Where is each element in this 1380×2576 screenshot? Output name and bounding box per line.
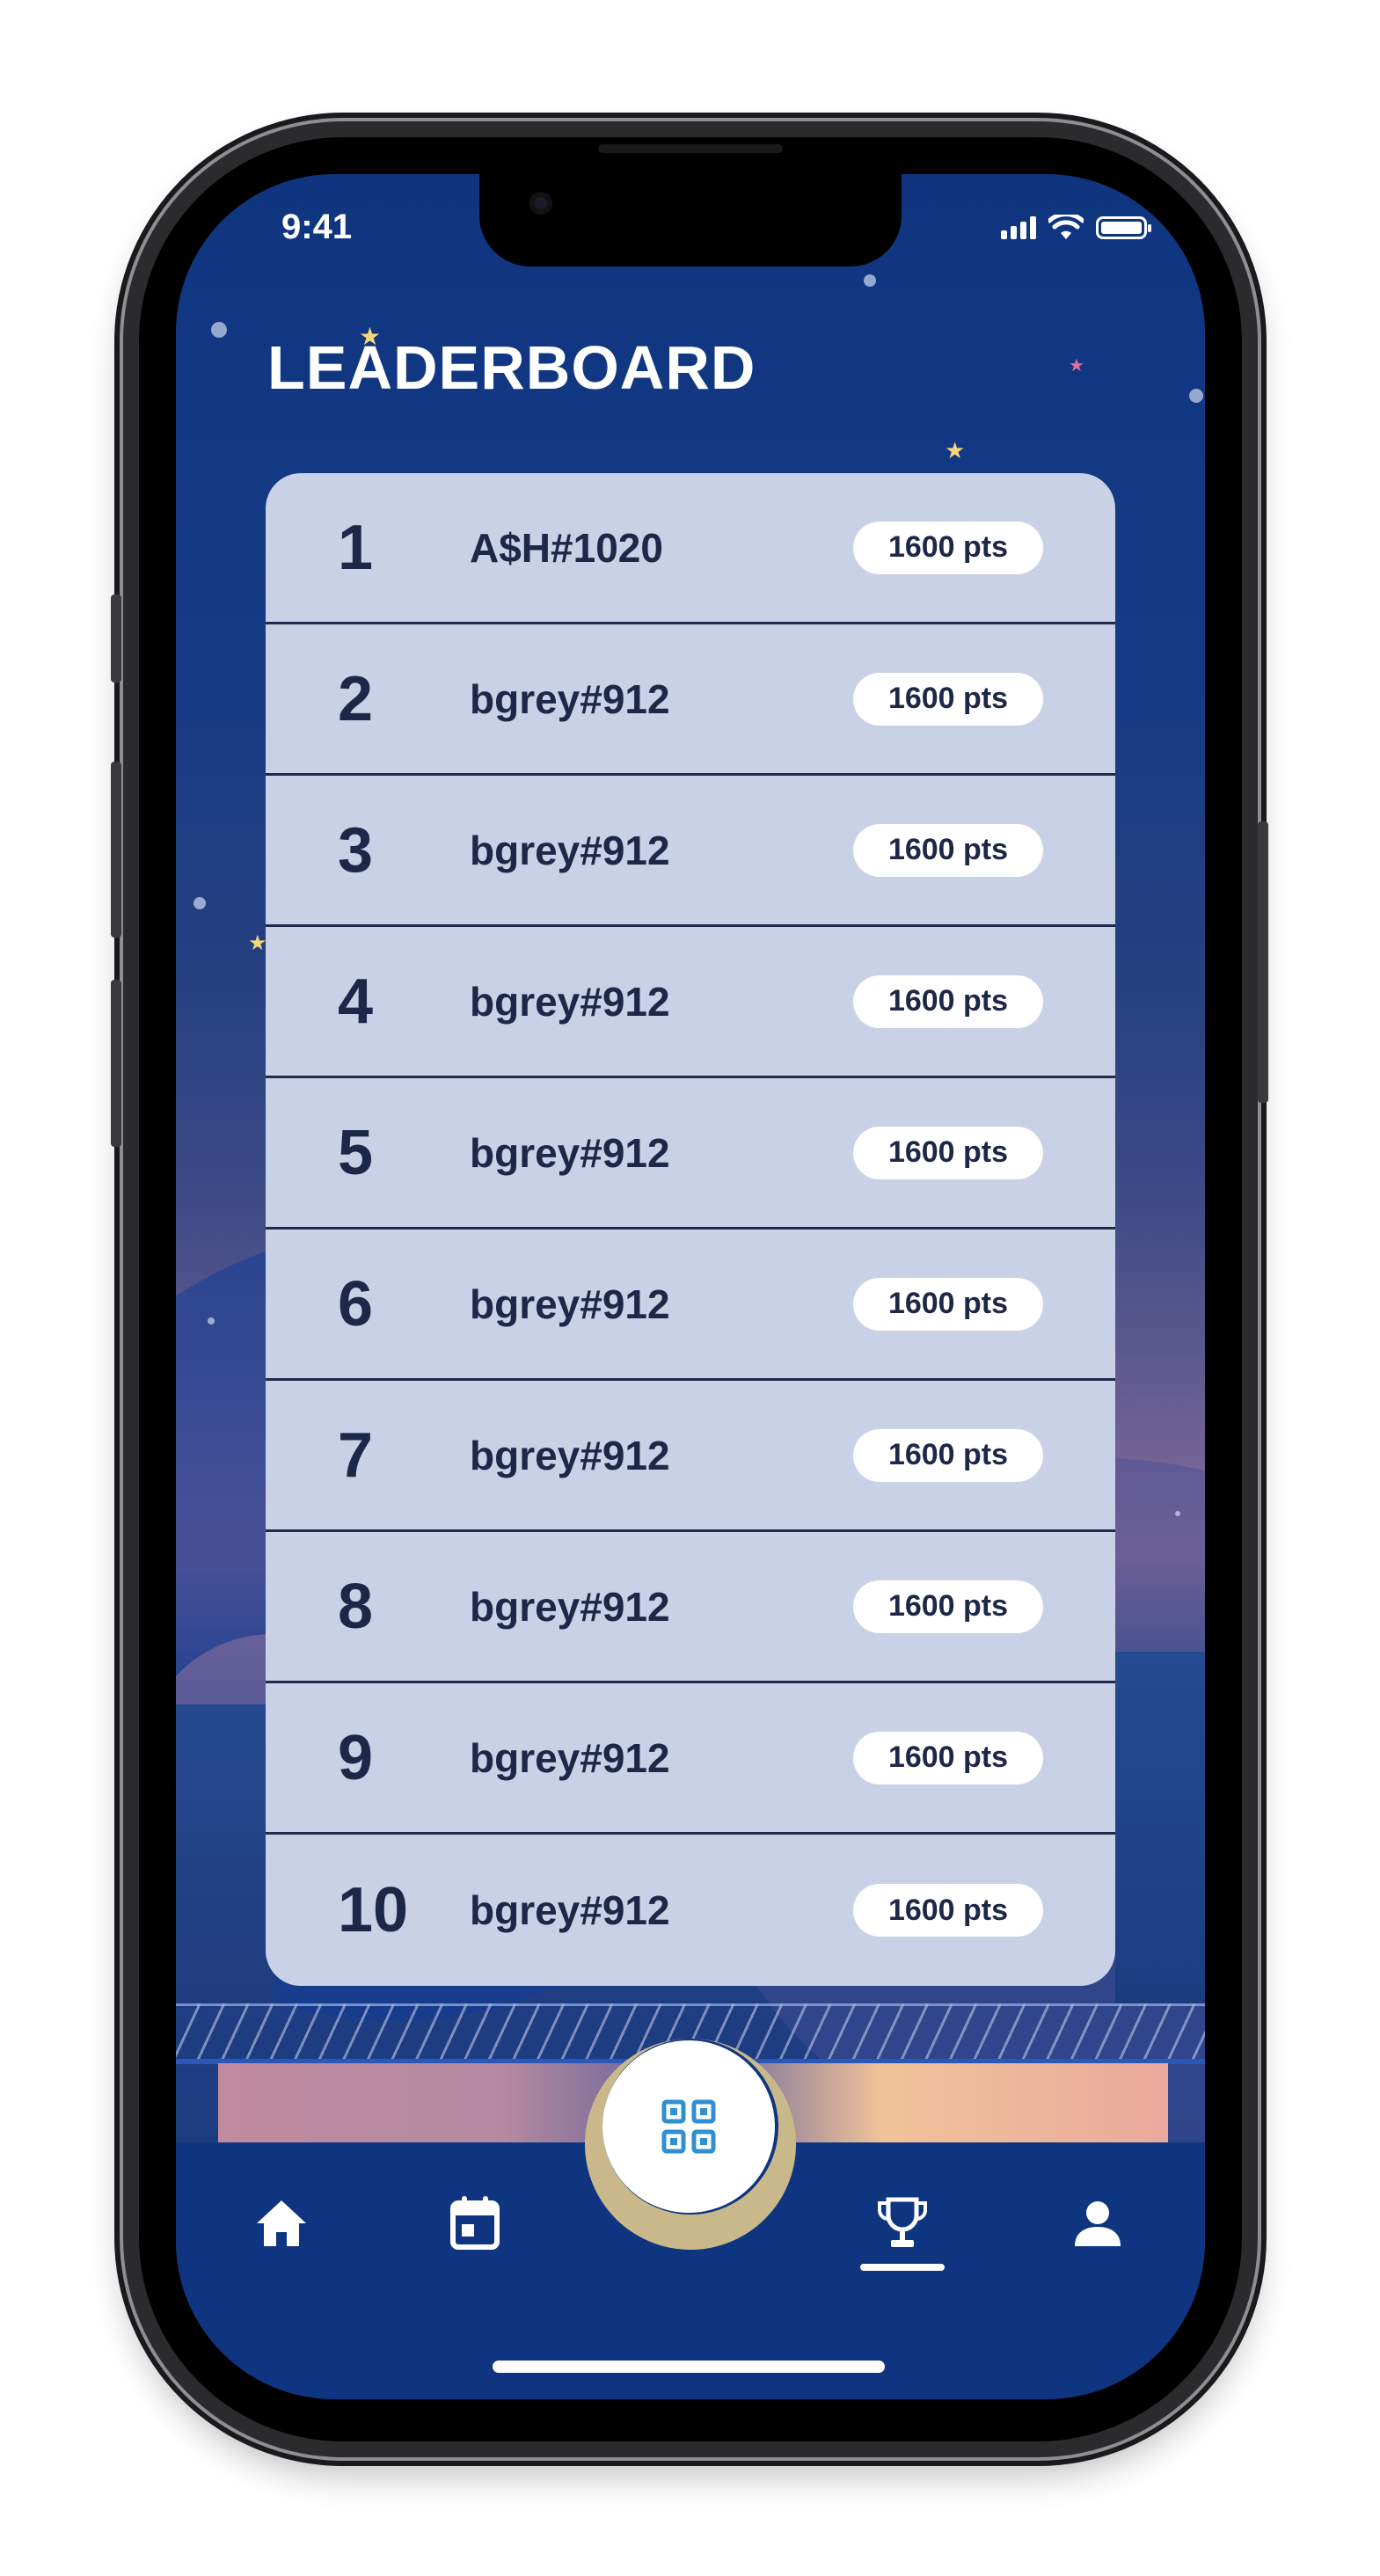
points-badge: 1600 pts — [853, 1731, 1043, 1784]
active-tab-indicator — [860, 2264, 945, 2271]
battery-icon — [1096, 216, 1151, 239]
leaderboard-card: 1 A$H#1020 1600 pts 2 bgrey#912 1600 pts… — [266, 473, 1115, 1986]
nav-leaderboard[interactable] — [867, 2188, 938, 2259]
points-badge: 1600 pts — [853, 1277, 1043, 1331]
mute-switch — [111, 595, 121, 682]
points-badge: 1600 pts — [853, 1126, 1043, 1179]
rank-number: 3 — [338, 814, 374, 886]
username: bgrey#912 — [470, 978, 670, 1025]
rank-number: 8 — [338, 1571, 374, 1642]
username: bgrey#912 — [470, 675, 670, 722]
leaderboard-row[interactable]: 5 bgrey#912 1600 pts — [266, 1078, 1115, 1230]
username: bgrey#912 — [470, 1734, 670, 1781]
username: bgrey#912 — [470, 1432, 670, 1478]
leaderboard-row[interactable]: 3 bgrey#912 1600 pts — [266, 776, 1115, 927]
power-button — [1258, 821, 1268, 1103]
points-badge: 1600 pts — [853, 672, 1043, 726]
star-dot — [208, 1317, 215, 1324]
star-decoration: ★ — [945, 438, 966, 464]
leaderboard-row[interactable]: 9 bgrey#912 1600 pts — [266, 1683, 1115, 1835]
notch — [479, 174, 902, 266]
username: bgrey#912 — [470, 1887, 670, 1933]
rank-number: 6 — [338, 1268, 374, 1339]
star-dot — [1189, 389, 1203, 403]
rank-number: 7 — [338, 1419, 374, 1491]
leaderboard-row[interactable]: 8 bgrey#912 1600 pts — [266, 1532, 1115, 1683]
star-dot — [193, 897, 206, 909]
rank-number: 1 — [338, 512, 374, 583]
leaderboard-row[interactable]: 2 bgrey#912 1600 pts — [266, 624, 1115, 776]
username: bgrey#912 — [470, 1583, 670, 1630]
nav-profile[interactable] — [1062, 2188, 1133, 2259]
points-badge: 1600 pts — [853, 1884, 1043, 1937]
rank-number: 5 — [338, 1117, 374, 1188]
scan-qr-button[interactable] — [602, 2040, 775, 2213]
home-icon — [257, 2200, 306, 2246]
star-dot — [1175, 1511, 1180, 1516]
earpiece-speaker — [598, 144, 783, 153]
leaderboard-row[interactable]: 1 A$H#1020 1600 pts — [266, 473, 1115, 624]
profile-icon — [1075, 2201, 1121, 2246]
status-time: 9:41 — [281, 208, 353, 246]
volume-up-button — [111, 762, 121, 938]
qr-code-icon — [661, 2099, 716, 2154]
rank-number: 9 — [338, 1722, 374, 1793]
front-camera — [529, 192, 552, 215]
star-dot — [864, 274, 876, 287]
wifi-icon — [1048, 215, 1084, 239]
trophy-icon — [878, 2197, 927, 2247]
star-decoration: ★ — [1069, 354, 1084, 376]
star-decoration: ★ — [248, 930, 267, 955]
leaderboard-row[interactable]: 6 bgrey#912 1600 pts — [266, 1230, 1115, 1381]
points-badge: 1600 pts — [853, 521, 1043, 574]
page-title: LEADERBOARD — [267, 333, 756, 402]
volume-down-button — [111, 980, 121, 1147]
username: bgrey#912 — [470, 1129, 670, 1176]
leaderboard-row[interactable]: 4 bgrey#912 1600 pts — [266, 927, 1115, 1078]
points-badge: 1600 pts — [853, 1428, 1043, 1482]
rank-number: 4 — [338, 966, 374, 1037]
cellular-signal-icon — [1001, 216, 1036, 239]
skyline-right — [1115, 1652, 1205, 2003]
home-indicator[interactable] — [493, 2361, 885, 2373]
status-icons — [1001, 215, 1151, 241]
points-badge: 1600 pts — [853, 974, 1043, 1028]
rank-number: 2 — [338, 663, 374, 734]
nav-home[interactable] — [246, 2188, 317, 2259]
calendar-icon — [450, 2196, 500, 2250]
rank-number: 10 — [338, 1875, 409, 1945]
leaderboard-row[interactable]: 7 bgrey#912 1600 pts — [266, 1381, 1115, 1532]
nav-calendar[interactable] — [440, 2188, 510, 2259]
username: A$H#1020 — [470, 524, 663, 571]
skyline-left — [176, 1704, 273, 2003]
points-badge: 1600 pts — [853, 823, 1043, 877]
username: bgrey#912 — [470, 1281, 670, 1327]
username: bgrey#912 — [470, 827, 670, 873]
points-badge: 1600 pts — [853, 1580, 1043, 1633]
star-dot — [211, 322, 227, 338]
leaderboard-row[interactable]: 10 bgrey#912 1600 pts — [266, 1835, 1115, 1986]
app-screen: ★ ★ ★ ★ 9:41 LEADERBOARD 1 A$H#1020 1600… — [176, 174, 1205, 2399]
